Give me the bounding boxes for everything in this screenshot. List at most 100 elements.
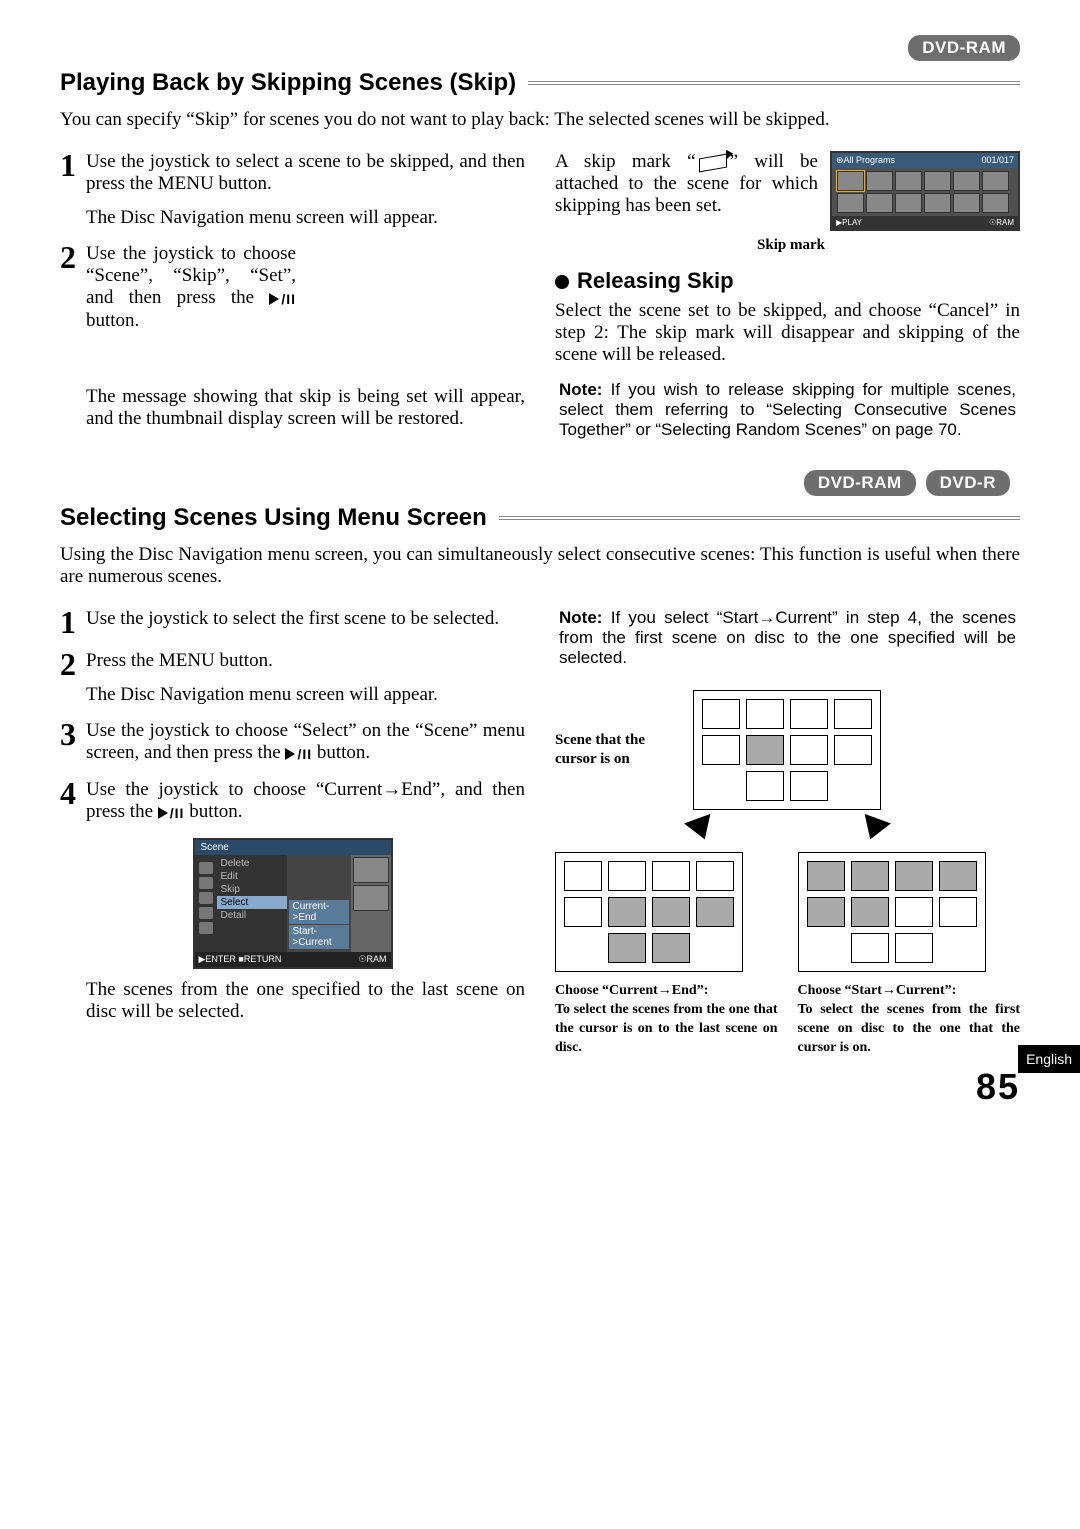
bullet-icon — [555, 275, 569, 289]
section1-left-col: 1 Use the joystick to select a scene to … — [60, 151, 525, 440]
step-1-after: The Disc Navigation menu screen will app… — [86, 207, 525, 229]
menu-submenu: x x x Current->End Start->Current — [287, 855, 351, 952]
heading-rule — [528, 81, 1020, 85]
step-2-text-a: Use the joystick to choose “Scene”, “Ski… — [86, 243, 296, 308]
menu-foot-left: ▶ENTER ■RETURN — [199, 954, 282, 965]
step-text: Press the MENU button. The Disc Navigati… — [86, 650, 525, 706]
section2-right-col: Note: If you select “Start→Current” in s… — [555, 608, 1020, 1058]
play-pause-icon: /II — [158, 802, 185, 824]
step-text: Use the joystick to select a scene to be… — [86, 151, 525, 229]
step-1-text: Use the joystick to select a scene to be… — [86, 151, 525, 194]
arrow-row — [555, 810, 1020, 848]
menu-icon-column — [195, 855, 217, 952]
grid-start-current — [798, 852, 986, 972]
step-1: 1 Use the joystick to select a scene to … — [60, 151, 525, 229]
menu-item-skip: Skip — [217, 883, 287, 896]
note-text: If you select “Start→Current” in step 4,… — [559, 608, 1016, 667]
section1-intro: You can specify “Skip” for scenes you do… — [60, 109, 1020, 131]
s2-step4-b: button. — [184, 801, 242, 822]
dvd-ram-badge: DVD-RAM — [908, 35, 1020, 61]
result-right-title: Choose “Start→Current”: — [798, 983, 957, 998]
play-pause-icon: /II — [285, 743, 312, 765]
note-text: If you wish to release skipping for mult… — [559, 380, 1016, 439]
submenu-current-end: Current->End — [289, 900, 349, 924]
step-number: 2 — [60, 243, 86, 271]
step-number: 1 — [60, 608, 86, 636]
skip-mark-icon — [699, 153, 727, 172]
step-2-after: The message showing that skip is being s… — [86, 386, 525, 430]
skip-text-a: A skip mark “ — [555, 151, 696, 172]
menu-item-delete: Delete — [217, 857, 287, 870]
skip-mark-caption: Skip mark — [555, 237, 825, 254]
section2-columns: 1 Use the joystick to select the first s… — [60, 608, 1020, 1058]
screen-title-left: ⊛All Programs — [836, 155, 895, 166]
s2-step-4: 4 Use the joystick to choose “Current→En… — [60, 779, 525, 824]
menu-item-select: Select — [217, 896, 287, 909]
arrow-down-icon — [684, 814, 718, 844]
s2-step2-after: The Disc Navigation menu screen will app… — [86, 684, 525, 706]
menu-item-edit: Edit — [217, 870, 287, 883]
dvd-r-badge: DVD-R — [926, 470, 1010, 496]
step-text: Use the joystick to choose “Current→End”… — [86, 779, 525, 824]
submenu-start-current: Start->Current — [289, 925, 349, 949]
releasing-note: Note: If you wish to release skipping fo… — [555, 380, 1020, 440]
step-2: 2 Use the joystick to choose “Scene”, “S… — [60, 243, 525, 332]
section1-columns: 1 Use the joystick to select a scene to … — [60, 151, 1020, 440]
s2-step-1: 1 Use the joystick to select the first s… — [60, 608, 525, 636]
menu-preview — [351, 855, 391, 952]
screen-ram: ☉RAM — [989, 218, 1014, 227]
manual-page: DVD-RAM Playing Back by Skipping Scenes … — [0, 0, 1080, 1128]
releasing-text: Select the scene set to be skipped, and … — [555, 300, 1020, 366]
result-right: Choose “Start→Current”: To select the sc… — [798, 852, 1021, 1058]
screen-title-right: 001/017 — [981, 155, 1014, 166]
step-text: Use the joystick to choose “Scene”, “Ski… — [86, 243, 296, 332]
after-shot-text: The scenes from the one specified to the… — [86, 979, 525, 1023]
screen-titlebar: ⊛All Programs 001/017 — [832, 153, 1018, 168]
s2-step2-text: Press the MENU button. — [86, 650, 273, 671]
screen-play: ▶PLAY — [836, 218, 862, 227]
section2-heading: Selecting Scenes Using Menu Screen — [60, 504, 1020, 532]
step-text: Use the joystick to select the first sce… — [86, 608, 525, 630]
section2-left-col: 1 Use the joystick to select the first s… — [60, 608, 525, 1058]
menu-foot-right: ☉RAM — [358, 954, 386, 965]
result-left-title: Choose “Current→End”: — [555, 983, 708, 998]
step-2-text-b: button. — [86, 310, 139, 331]
section2-heading-text: Selecting Scenes Using Menu Screen — [60, 504, 487, 532]
nav-screen-thumbnail: ⊛All Programs 001/017 ▶PLAY ☉RAM — [830, 151, 1020, 231]
play-pause-icon: /II — [269, 288, 296, 310]
top-badges: DVD-RAM — [60, 35, 1020, 61]
scene-menu-screenshot: Scene Delete Edit Skip Select Detail x x… — [193, 838, 393, 969]
note-label: Note: — [559, 380, 602, 399]
skip-mark-row: A skip mark “” will be attached to the s… — [555, 151, 1020, 231]
skip-mark-text: A skip mark “” will be attached to the s… — [555, 151, 818, 217]
result-left: Choose “Current→End”: To select the scen… — [555, 852, 778, 1058]
s2-step4-a: Use the joystick to choose “Current→End”… — [86, 779, 525, 822]
grid-current-end — [555, 852, 743, 972]
s2-step3-b: button. — [312, 742, 370, 763]
language-side-tab: English — [1018, 1045, 1080, 1073]
section2-intro: Using the Disc Navigation menu screen, y… — [60, 544, 1020, 588]
section2-note: Note: If you select “Start→Current” in s… — [555, 608, 1020, 668]
section1-right-col: A skip mark “” will be attached to the s… — [555, 151, 1020, 440]
cursor-grid-row: Scene that the cursor is on — [555, 690, 1020, 810]
menu-list: Delete Edit Skip Select Detail — [217, 855, 287, 952]
step-number: 3 — [60, 720, 86, 748]
menu-title: Scene — [195, 840, 391, 855]
menu-footer: ▶ENTER ■RETURN ☉RAM — [195, 952, 391, 967]
s2-step-2: 2 Press the MENU button. The Disc Naviga… — [60, 650, 525, 706]
s2-step-3: 3 Use the joystick to choose “Select” on… — [60, 720, 525, 765]
note-label: Note: — [559, 608, 602, 627]
screen-thumbnails — [832, 168, 1018, 216]
step-number: 1 — [60, 151, 86, 179]
section1-heading-text: Playing Back by Skipping Scenes (Skip) — [60, 69, 516, 97]
cursor-grid-label: Scene that the cursor is on — [555, 731, 675, 770]
step-text: Use the joystick to choose “Select” on t… — [86, 720, 525, 765]
screen-bottombar: ▶PLAY ☉RAM — [832, 216, 1018, 229]
section1-heading: Playing Back by Skipping Scenes (Skip) — [60, 69, 1020, 97]
cursor-cell — [746, 735, 784, 765]
menu-item-detail: Detail — [217, 909, 287, 922]
dvd-ram-badge: DVD-RAM — [804, 470, 916, 496]
arrow-down-icon — [857, 814, 891, 844]
result-grids-row: Choose “Current→End”: To select the scen… — [555, 852, 1020, 1058]
mid-badges: DVD-RAM DVD-R — [60, 470, 1010, 496]
